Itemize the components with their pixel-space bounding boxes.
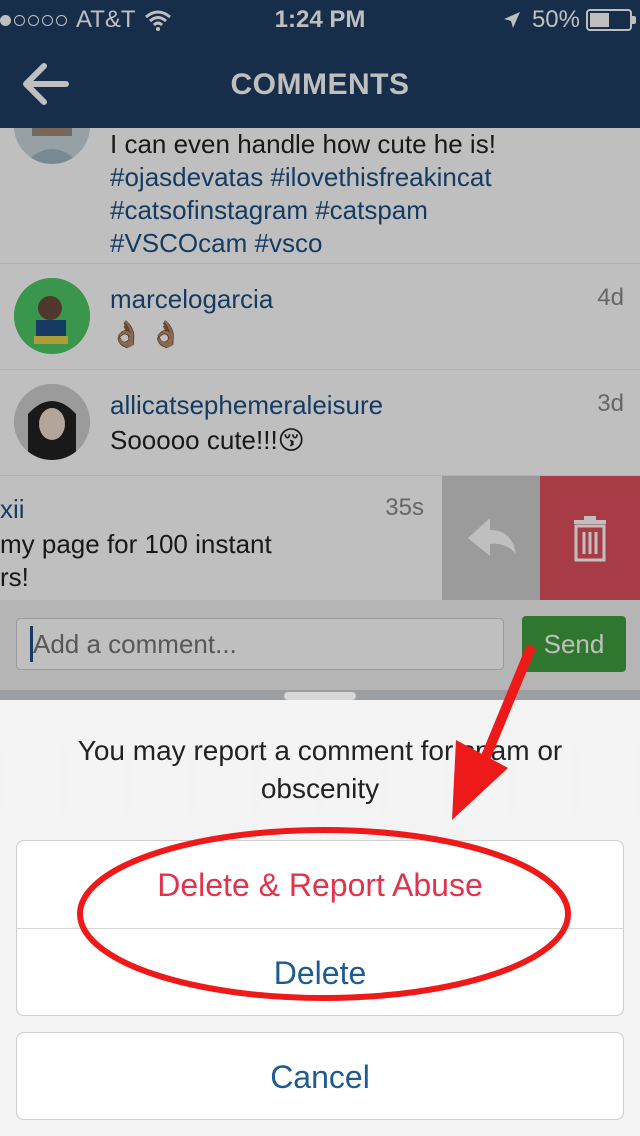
delete-button[interactable]: Delete [17,929,623,1015]
cancel-button[interactable]: Cancel [16,1032,624,1120]
delete-report-abuse-button[interactable]: Delete & Report Abuse [17,841,623,929]
action-sheet-message: You may report a comment for spam or obs… [77,735,563,804]
sheet-grabber [284,692,356,700]
action-sheet-options: Delete & Report Abuse Delete [16,840,624,1016]
